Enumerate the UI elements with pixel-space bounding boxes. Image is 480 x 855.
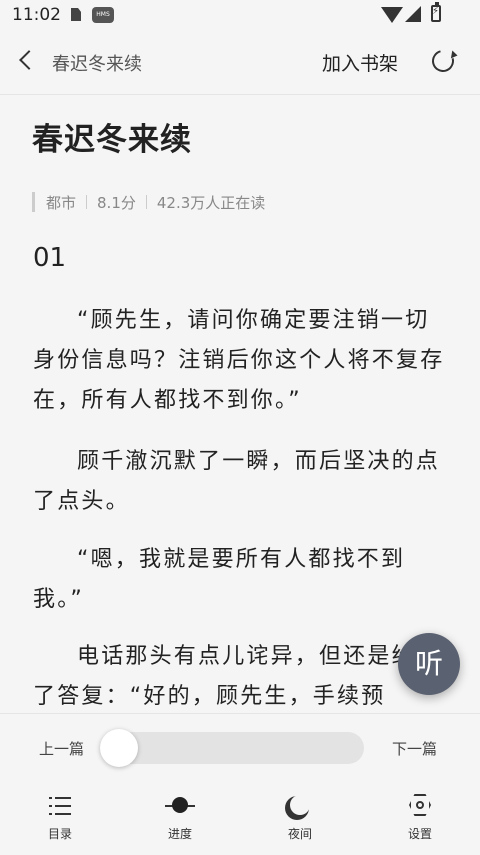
tab-catalog[interactable]: 目录 <box>20 794 100 842</box>
tab-label: 夜间 <box>287 827 312 841</box>
book-title: 春迟冬来续 <box>32 122 192 158</box>
sim-card-icon <box>71 8 81 21</box>
meta-divider <box>86 195 88 209</box>
chapter-heading: 01 <box>33 243 67 273</box>
tab-night[interactable]: 夜间 <box>260 794 340 842</box>
refresh-icon[interactable] <box>427 45 459 77</box>
bottom-tab-bar: 目录 进度 夜间 设置 <box>0 794 480 854</box>
book-category: 都市 <box>46 193 77 212</box>
meta-accent-bar <box>32 192 35 212</box>
battery-charging-icon <box>431 2 441 22</box>
book-score: 8.1分 <box>97 193 136 212</box>
moon-icon <box>288 794 312 820</box>
signal-icon <box>405 6 421 22</box>
hms-badge-icon: HMS <box>92 7 114 23</box>
top-nav: 春迟冬来续 加入书架 <box>0 30 480 95</box>
reader-control-panel: 上一篇 下一篇 目录 进度 夜间 设置 <box>0 713 480 855</box>
list-icon <box>49 794 71 820</box>
tab-label: 目录 <box>47 827 72 841</box>
add-to-bookshelf-button[interactable]: 加入书架 <box>322 49 398 76</box>
tab-label: 设置 <box>407 827 432 841</box>
paragraph-2: 顾千澈沉默了一瞬，而后坚决的点了点头。 <box>33 449 441 514</box>
tab-progress[interactable]: 进度 <box>140 794 220 842</box>
gear-icon <box>408 794 432 820</box>
prev-chapter-button[interactable]: 上一篇 <box>39 738 84 759</box>
nav-title: 春迟冬来续 <box>52 54 142 75</box>
paragraph-1: “顾先生，请问你确定要注销一切身份信息吗？注销后你这个人将不复存在，所有人都找不… <box>33 308 445 413</box>
next-chapter-button[interactable]: 下一篇 <box>392 738 437 759</box>
back-arrow-icon[interactable] <box>19 50 39 70</box>
progress-slider[interactable] <box>100 732 364 764</box>
status-bar: 11:02 HMS <box>0 0 480 30</box>
tab-label: 进度 <box>167 827 192 841</box>
status-time: 11:02 <box>12 5 61 25</box>
paragraph-4: 电话那头有点儿诧异，但还是给出了答复：“好的，顾先生，手续预 <box>33 644 441 709</box>
tab-settings[interactable]: 设置 <box>380 794 460 842</box>
progress-icon <box>165 794 195 820</box>
meta-divider <box>145 195 147 209</box>
paragraph-3: “嗯，我就是要所有人都找不到我。” <box>33 547 406 612</box>
progress-slider-thumb[interactable] <box>100 729 138 767</box>
book-meta: 都市 8.1分 42.3万人正在读 <box>32 188 265 216</box>
book-readers: 42.3万人正在读 <box>156 193 266 212</box>
wifi-icon <box>381 7 403 23</box>
listen-button[interactable]: 听 <box>398 633 460 695</box>
